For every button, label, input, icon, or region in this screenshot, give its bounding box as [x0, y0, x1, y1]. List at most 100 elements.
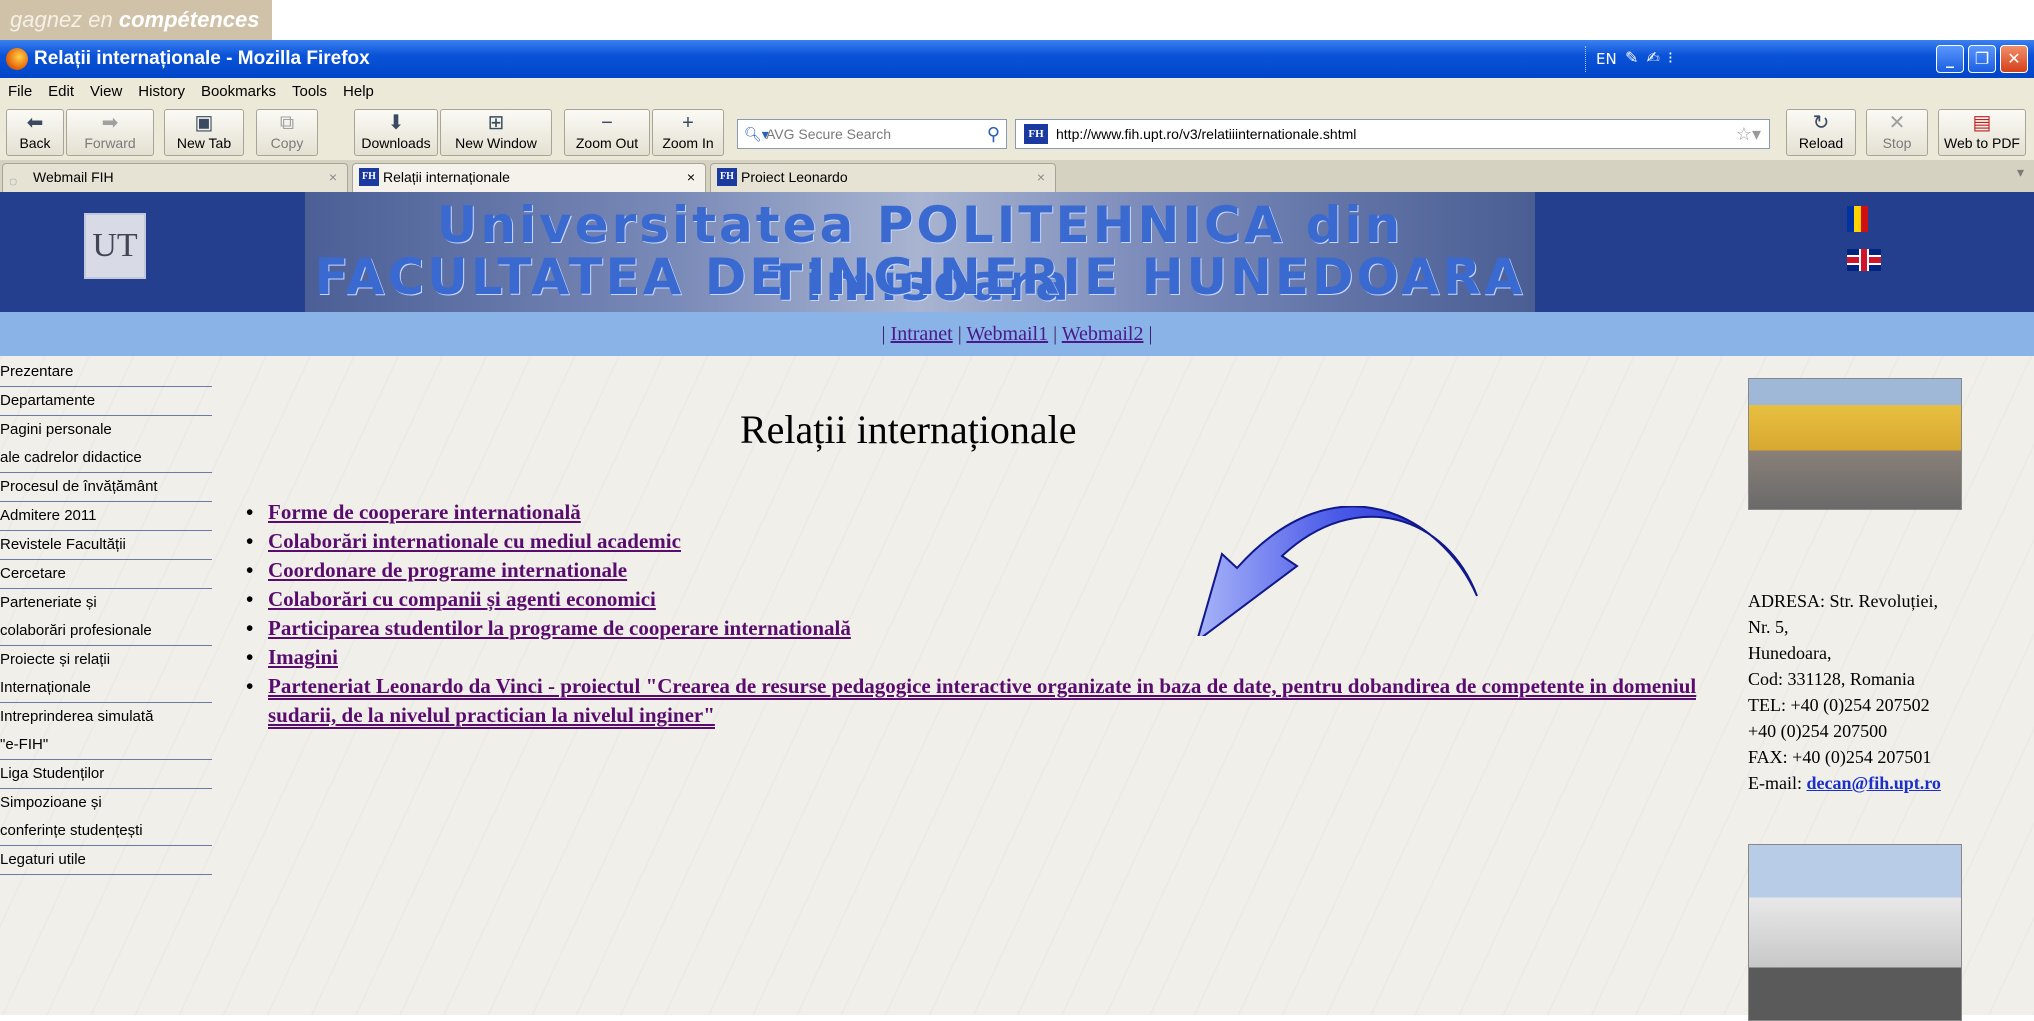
search-input[interactable]: 🔍︎▾ AVG Secure Search ⚲ [737, 119, 1007, 149]
back-arrow-icon: ⬅ [26, 112, 44, 134]
search-go-icon[interactable]: ⚲ [987, 120, 1000, 148]
international-links-list: Forme de cooperare internatională Colabo… [246, 498, 1706, 730]
menu-edit[interactable]: Edit [40, 78, 82, 106]
menu-tools[interactable]: Tools [284, 78, 335, 106]
brand-strip: gagnez en compétences [0, 0, 272, 40]
university-logo[interactable]: UT [84, 213, 146, 279]
menu-file[interactable]: File [0, 78, 40, 106]
link-participarea-studentilor[interactable]: Participarea studentilor la programe de … [268, 616, 851, 640]
sidebar-item-intreprinderea-2[interactable]: "e-FIH" [0, 731, 212, 760]
close-window-button[interactable]: ✕ [2000, 45, 2028, 73]
window-title: Relații internaționale - Mozilla Firefox [34, 48, 370, 69]
firefox-icon [6, 48, 28, 70]
sidebar-item-intreprinderea[interactable]: Intreprinderea simulată [0, 703, 212, 731]
phone-line: TEL: +40 (0)254 207502 [1748, 695, 1930, 715]
link-parteneriat-leonardo[interactable]: Parteneriat Leonardo da Vinci - proiectu… [268, 674, 1697, 729]
sidebar-item-proiecte[interactable]: Proiecte și relații [0, 646, 212, 674]
sidebar-item-pagini-personale[interactable]: Pagini personale [0, 416, 212, 444]
faculty-entrance-photo [1748, 844, 1962, 1021]
stop-icon: ✕ [1888, 112, 1906, 134]
sidebar-item-admitere[interactable]: Admitere 2011 [0, 502, 212, 531]
list-item: Forme de cooperare internatională [246, 498, 1706, 527]
email-link[interactable]: decan@fih.upt.ro [1806, 773, 1940, 793]
tab-list-chevron-icon[interactable]: ▾ [2017, 164, 2024, 181]
sidebar-item-prezentare[interactable]: Prezentare [0, 358, 212, 387]
zoom-out-button[interactable]: − Zoom Out [564, 109, 650, 156]
romanian-flag-icon[interactable] [1847, 206, 1868, 232]
tab-webmail-fih[interactable]: ◌ Webmail FIH × [2, 163, 348, 192]
zoom-in-icon: + [682, 112, 694, 134]
search-engine-icon[interactable]: 🔍︎▾ [744, 120, 769, 148]
webmail2-link[interactable]: Webmail2 [1062, 323, 1144, 345]
uk-flag-icon[interactable] [1847, 249, 1881, 271]
sidebar-item-simpozioane-2[interactable]: conferințe studențești [0, 817, 212, 846]
bookmark-star-icon[interactable]: ☆▾ [1736, 120, 1761, 148]
forward-arrow-icon: ➡ [101, 112, 119, 134]
sidebar-item-liga[interactable]: Liga Studenților [0, 760, 212, 789]
pdf-icon: ▤ [1972, 112, 1992, 134]
site-favicon-icon: FH [717, 168, 737, 186]
site-favicon-icon: FH [1024, 124, 1048, 144]
copy-icon: ⧉ [279, 112, 295, 134]
list-item: Coordonare de programe internationale [246, 556, 1706, 585]
sidebar-item-simpozioane[interactable]: Simpozioane și [0, 789, 212, 817]
link-forme-cooperare[interactable]: Forme de cooperare internatională [268, 500, 581, 524]
site-favicon-icon: FH [359, 168, 379, 186]
sidebar-item-cercetare[interactable]: Cercetare [0, 560, 212, 589]
sidebar-menu: Prezentare Departamente Pagini personale… [0, 358, 212, 875]
reload-icon: ↻ [1812, 112, 1830, 134]
tab-close-icon[interactable]: × [1037, 164, 1045, 191]
maximize-button[interactable]: ❐ [1968, 45, 1996, 73]
copy-button[interactable]: ⧉ Copy [256, 109, 318, 156]
zoom-in-button[interactable]: + Zoom In [652, 109, 724, 156]
link-colaborari-companii[interactable]: Colaborări cu companii și agenti economi… [268, 587, 656, 611]
menu-bookmarks[interactable]: Bookmarks [193, 78, 284, 106]
university-banner: Universitatea POLITEHNICA din Timisoara … [305, 192, 1535, 312]
sidebar-item-revistele[interactable]: Revistele Facultății [0, 531, 212, 560]
new-window-icon: ⊞ [487, 112, 505, 134]
intranet-link[interactable]: Intranet [891, 323, 953, 345]
page-content: Prezentare Departamente Pagini personale… [0, 356, 2034, 1021]
language-bar-tools-icon[interactable]: ✎✍⁝ [1625, 48, 1681, 67]
forward-button[interactable]: ➡ Forward [66, 109, 154, 156]
language-indicator[interactable]: EN [1585, 46, 1627, 72]
link-colaborari-academic[interactable]: Colaborări internationale cu mediul acad… [268, 529, 681, 553]
sidebar-item-departamente[interactable]: Departamente [0, 387, 212, 416]
sidebar-item-parteneriate-2[interactable]: colaborări profesionale [0, 617, 212, 646]
tab-relatii-internationale[interactable]: FH Relații internaționale × [352, 163, 706, 192]
new-window-button[interactable]: ⊞ New Window [440, 109, 552, 156]
sidebar-item-legaturi[interactable]: Legaturi utile [0, 846, 212, 875]
web-to-pdf-button[interactable]: ▤ Web to PDF [1938, 109, 2026, 156]
webmail1-link[interactable]: Webmail1 [966, 323, 1048, 345]
menu-history[interactable]: History [130, 78, 193, 106]
sidebar-item-proiecte-2[interactable]: Internaționale [0, 674, 212, 703]
new-tab-button[interactable]: ▣ New Tab [164, 109, 244, 156]
address-line: Cod: 331128, Romania [1748, 669, 1915, 689]
menu-help[interactable]: Help [335, 78, 382, 106]
sidebar-item-parteneriate[interactable]: Parteneriate și [0, 589, 212, 617]
new-tab-label: New Tab [176, 135, 232, 151]
stop-button[interactable]: ✕ Stop [1866, 109, 1928, 156]
new-window-label: New Window [455, 135, 537, 151]
tab-close-icon[interactable]: × [687, 164, 695, 191]
tab-close-icon[interactable]: × [329, 164, 337, 191]
fax-line: FAX: +40 (0)254 207501 [1748, 747, 1932, 767]
link-coordonare-programe[interactable]: Coordonare de programe internationale [268, 558, 627, 582]
stop-label: Stop [1882, 135, 1912, 151]
address-line: Nr. 5, [1748, 617, 1789, 637]
url-bar[interactable]: FH http://www.fih.upt.ro/v3/relatiiinter… [1015, 119, 1770, 149]
link-imagini[interactable]: Imagini [268, 645, 338, 669]
reload-button[interactable]: ↻ Reload [1786, 109, 1856, 156]
menu-view[interactable]: View [82, 78, 130, 106]
sidebar-item-pagini-personale-2[interactable]: ale cadrelor didactice [0, 444, 212, 473]
back-button[interactable]: ⬅ Back [6, 109, 64, 156]
minimize-button[interactable]: _ [1936, 45, 1964, 73]
tab-proiect-leonardo[interactable]: FH Proiect Leonardo × [710, 163, 1056, 192]
reload-label: Reload [1798, 135, 1844, 151]
page-title: Relații internaționale [740, 407, 1077, 452]
webmail-icon: ◌ [9, 173, 18, 189]
brand-text-bold: compétences [118, 7, 260, 32]
phone-line: +40 (0)254 207500 [1748, 721, 1888, 741]
sidebar-item-procesul[interactable]: Procesul de învățământ [0, 473, 212, 502]
downloads-button[interactable]: ⬇ Downloads [354, 109, 438, 156]
